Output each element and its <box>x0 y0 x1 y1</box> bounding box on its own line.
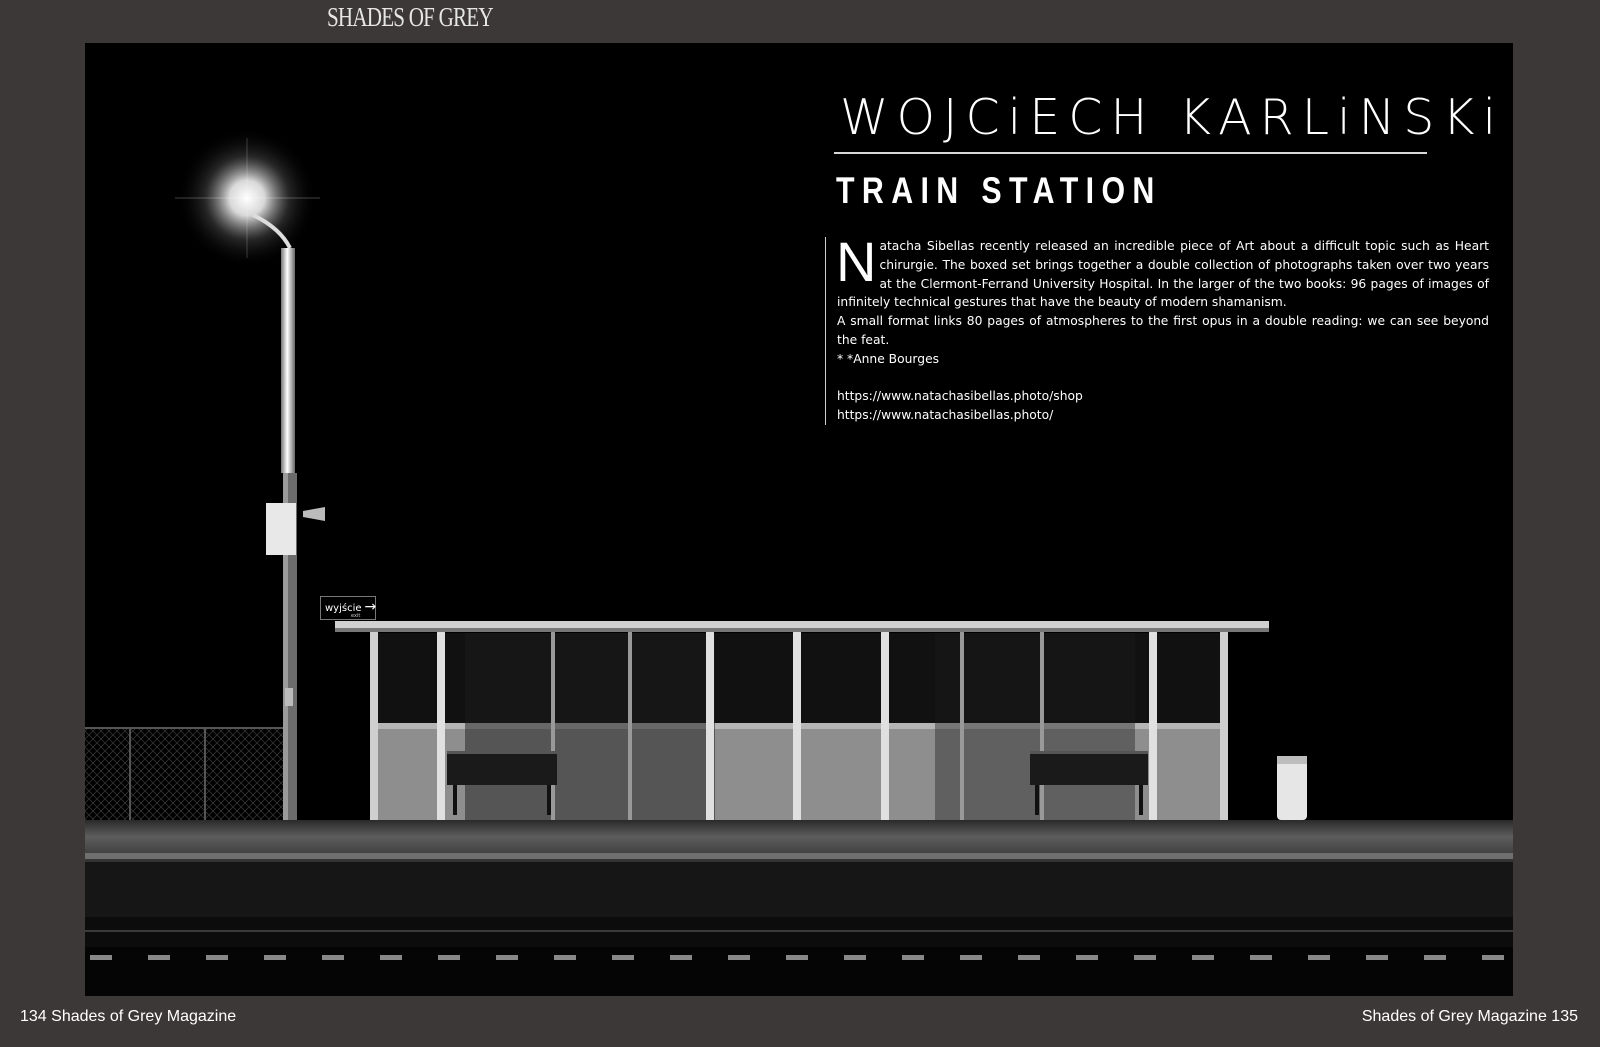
website-link[interactable]: https://www.natachasibellas.photo/ <box>837 406 1489 425</box>
photo-spread: wyjście → exit WOJCiECH KARLiNSKi TRAIN S… <box>85 43 1513 996</box>
article-paragraph: Natacha Sibellas recently released an in… <box>836 230 1489 312</box>
article-text: Natacha Sibellas recently released an in… <box>825 230 1489 425</box>
photographer-name: WOJCiECH KARLiNSKi <box>840 89 1505 146</box>
footer-left-page: 134 Shades of Grey Magazine <box>20 1008 237 1025</box>
train-station-photo <box>85 128 1513 996</box>
platform <box>85 820 1513 996</box>
platform-shelter <box>335 621 1307 822</box>
exit-sign-subtext: exit <box>351 613 361 619</box>
article-links: https://www.natachasibellas.photo/shop h… <box>837 387 1489 425</box>
footer-right-page: Shades of Grey Magazine 135 <box>1361 1008 1578 1025</box>
drop-cap: N <box>836 230 877 293</box>
article-body-second: A small format links 80 pages of atmosph… <box>837 314 1489 347</box>
shop-link[interactable]: https://www.natachasibellas.photo/shop <box>837 387 1489 406</box>
article-body-first: atacha Sibellas recently released an inc… <box>837 239 1489 310</box>
exit-sign: wyjście → exit <box>320 596 376 620</box>
magazine-masthead: SHADES OF GREY <box>327 2 494 32</box>
article-credit: * *Anne Bourges <box>837 351 940 366</box>
arrow-right-icon: → <box>364 599 377 615</box>
street-lamp <box>175 128 325 828</box>
fence <box>85 727 285 824</box>
series-title: TRAIN STATION <box>836 170 1162 211</box>
title-divider <box>834 152 1427 154</box>
